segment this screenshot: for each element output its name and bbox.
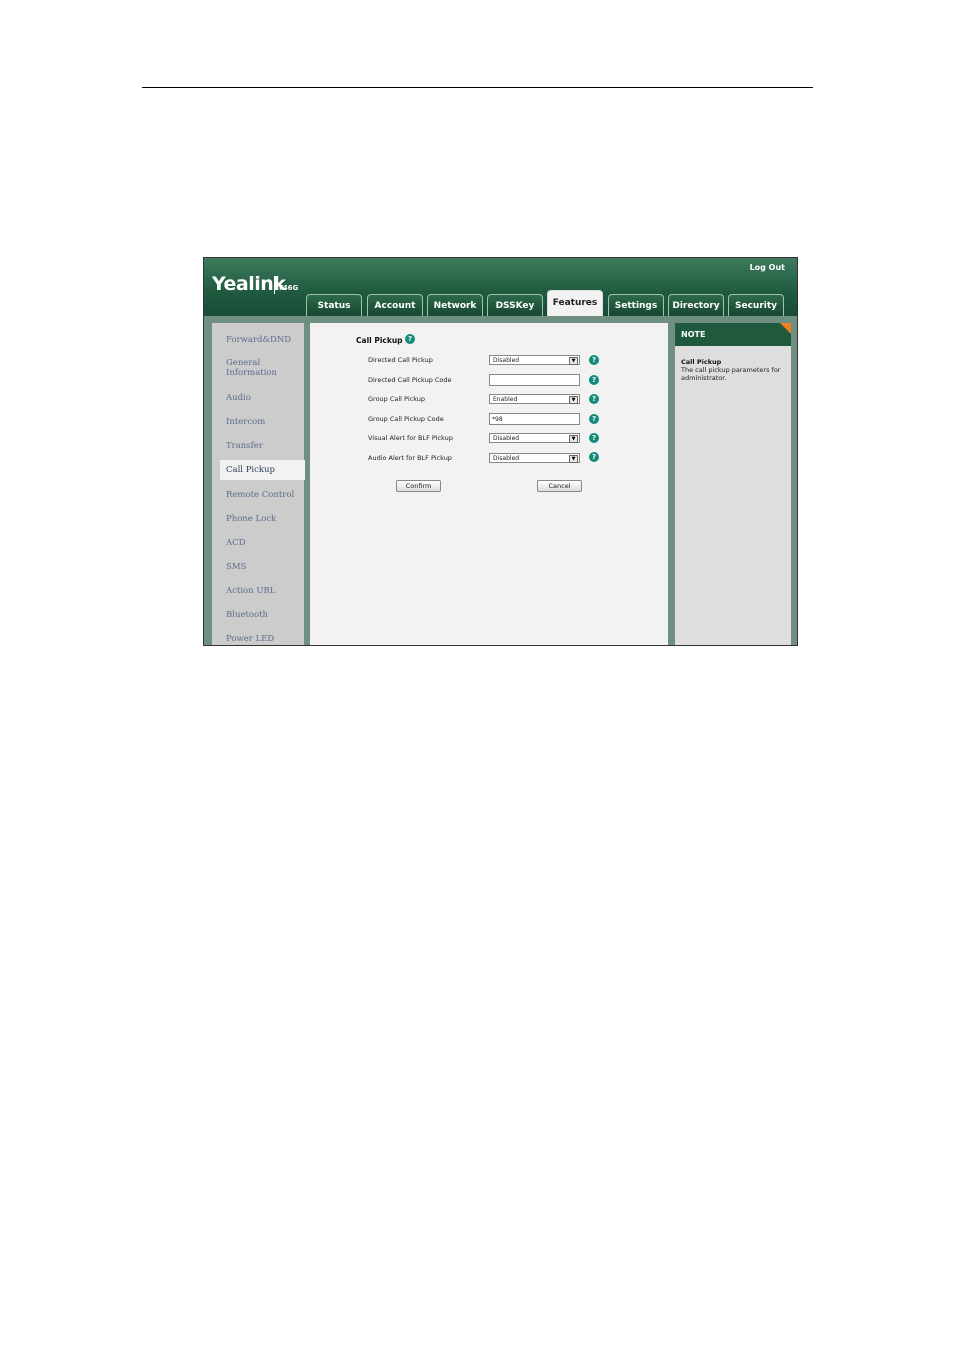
page-header-rule — [142, 87, 813, 88]
sidebar-item-transfer[interactable]: Transfer — [226, 441, 263, 451]
tab-network[interactable]: Network — [427, 294, 483, 316]
directed-call-pickup-select[interactable]: Disabled ▼ — [489, 355, 580, 365]
sidebar-item-power-led[interactable]: Power LED — [226, 634, 274, 644]
help-icon[interactable]: ? — [589, 414, 599, 424]
directed-call-pickup-code-input[interactable] — [489, 374, 580, 386]
settings-panel: Call Pickup ? Directed Call Pickup Disab… — [310, 323, 668, 645]
field-label: Directed Call Pickup Code — [368, 376, 452, 384]
sidebar-item-audio[interactable]: Audio — [226, 393, 251, 403]
tab-directory[interactable]: Directory — [668, 294, 724, 316]
sidebar-item-remote-control[interactable]: Remote Control — [226, 490, 294, 500]
sidebar-item-phone-lock[interactable]: Phone Lock — [226, 514, 276, 524]
group-call-pickup-code-input[interactable] — [489, 413, 580, 425]
tab-dsskey[interactable]: DSSKey — [487, 294, 543, 316]
note-corner-flag-icon — [780, 323, 791, 334]
tab-status[interactable]: Status — [306, 294, 362, 316]
note-text: The call pickup parameters for administr… — [681, 366, 781, 382]
sidebar-item-acd[interactable]: ACD — [226, 538, 245, 548]
cancel-button[interactable]: Cancel — [537, 480, 582, 492]
sidebar-item-call-pickup[interactable]: Call Pickup — [220, 460, 305, 480]
dropdown-arrow-icon: ▼ — [569, 357, 578, 365]
sidebar-item-general-information[interactable]: General Information — [226, 358, 296, 378]
tab-security[interactable]: Security — [728, 294, 784, 316]
help-icon[interactable]: ? — [405, 334, 415, 344]
logo-divider — [274, 276, 275, 294]
sidebar-item-bluetooth[interactable]: Bluetooth — [226, 610, 268, 620]
dropdown-arrow-icon: ▼ — [569, 396, 578, 404]
content-area: Forward&DND General Information Audio In… — [204, 316, 797, 645]
field-label: Audio Alert for BLF Pickup — [368, 454, 452, 462]
dropdown-arrow-icon: ▼ — [569, 455, 578, 463]
tab-features[interactable]: Features — [547, 290, 603, 317]
select-value: Disabled — [493, 435, 520, 442]
field-label: Group Call Pickup — [368, 395, 426, 403]
tab-account[interactable]: Account — [367, 294, 423, 316]
select-value: Enabled — [493, 396, 518, 403]
sidebar-item-intercom[interactable]: Intercom — [226, 417, 265, 427]
note-panel: NOTE Call Pickup The call pickup paramet… — [675, 323, 791, 645]
phone-model: T46G — [278, 284, 299, 292]
web-ui-screenshot: Yealink T46G Log Out Status Account Netw… — [203, 257, 798, 646]
top-header: Yealink T46G Log Out Status Account Netw… — [204, 258, 797, 317]
logout-link[interactable]: Log Out — [750, 263, 785, 272]
sidebar: Forward&DND General Information Audio In… — [212, 323, 305, 645]
help-icon[interactable]: ? — [589, 452, 599, 462]
confirm-button[interactable]: Confirm — [396, 480, 441, 492]
tab-settings[interactable]: Settings — [608, 294, 664, 316]
audio-alert-blf-pickup-select[interactable]: Disabled ▼ — [489, 453, 580, 463]
note-title: Call Pickup — [681, 358, 722, 366]
section-title: Call Pickup — [356, 336, 403, 345]
field-label: Group Call Pickup Code — [368, 415, 444, 423]
help-icon[interactable]: ? — [589, 433, 599, 443]
note-header: NOTE — [675, 323, 791, 346]
visual-alert-blf-pickup-select[interactable]: Disabled ▼ — [489, 433, 580, 443]
help-icon[interactable]: ? — [589, 375, 599, 385]
field-label: Visual Alert for BLF Pickup — [368, 434, 453, 442]
sidebar-item-sms[interactable]: SMS — [226, 562, 246, 572]
sidebar-item-action-url[interactable]: Action URL — [226, 586, 276, 596]
select-value: Disabled — [493, 357, 520, 364]
sidebar-item-forward-dnd[interactable]: Forward&DND — [226, 335, 291, 345]
group-call-pickup-select[interactable]: Enabled ▼ — [489, 394, 580, 404]
help-icon[interactable]: ? — [589, 394, 599, 404]
select-value: Disabled — [493, 455, 520, 462]
help-icon[interactable]: ? — [589, 355, 599, 365]
field-label: Directed Call Pickup — [368, 356, 433, 364]
dropdown-arrow-icon: ▼ — [569, 435, 578, 443]
